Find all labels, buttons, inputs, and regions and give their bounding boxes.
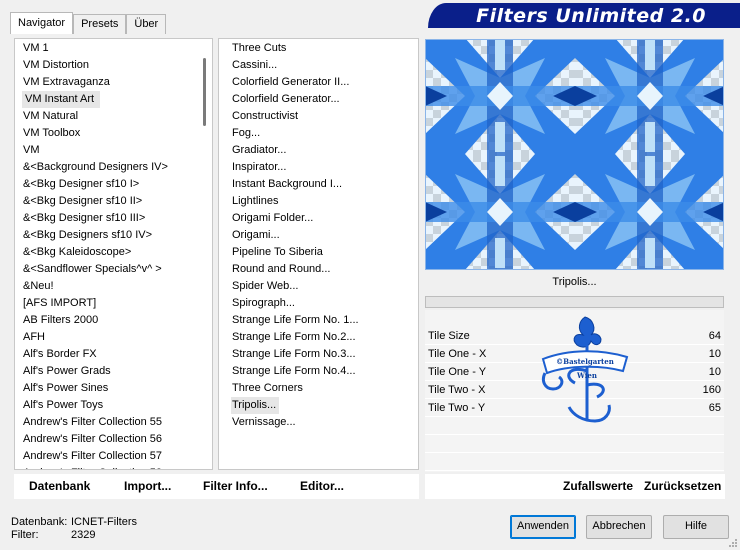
- category-item[interactable]: &<Background Designers IV>: [15, 159, 168, 176]
- category-item[interactable]: &<Bkg Kaleidoscope>: [15, 244, 168, 261]
- category-scrollbar[interactable]: [203, 43, 206, 467]
- filter-preview[interactable]: [425, 39, 724, 270]
- tab-navigator[interactable]: Navigator: [10, 12, 74, 34]
- category-scroll-thumb[interactable]: [203, 58, 206, 126]
- parameter-panel: Tile Size 64 Tile One - X 10 Tile One - …: [425, 310, 724, 472]
- filter-item[interactable]: Constructivist: [219, 108, 359, 125]
- filter-item[interactable]: Three Cuts: [219, 40, 359, 57]
- param-label: Tile Size: [428, 330, 470, 342]
- category-item[interactable]: [AFS IMPORT]: [15, 295, 168, 312]
- filter-item[interactable]: Strange Life Form No. 1...: [219, 312, 359, 329]
- category-item[interactable]: Andrew's Filter Collection 55: [15, 414, 168, 431]
- preview-pattern: [426, 40, 723, 269]
- category-item[interactable]: &<Bkg Designer sf10 I>: [15, 176, 168, 193]
- brand-title: Filters Unlimited 2.0: [428, 3, 740, 28]
- category-item[interactable]: VM Extravaganza: [15, 74, 168, 91]
- category-item[interactable]: VM Toolbox: [15, 125, 168, 142]
- param-value[interactable]: 10: [709, 366, 721, 378]
- cancel-button[interactable]: Abbrechen: [586, 515, 652, 539]
- filter-item[interactable]: Inspirator...: [219, 159, 359, 176]
- filter-item[interactable]: Strange Life Form No.2...: [219, 329, 359, 346]
- watermark-text: ©Bastelgarten: [556, 357, 614, 366]
- filter-item[interactable]: Tripolis...: [231, 397, 279, 414]
- status-filter-count: 2329: [71, 529, 96, 541]
- category-item[interactable]: Andrew's Filter Collection 57: [15, 448, 168, 465]
- category-item[interactable]: VM Distortion: [15, 57, 168, 74]
- filter-item[interactable]: Fog...: [219, 125, 359, 142]
- tab-presets[interactable]: Presets: [73, 14, 127, 34]
- category-item[interactable]: Alf's Power Grads: [15, 363, 168, 380]
- category-item[interactable]: AB Filters 2000: [15, 312, 168, 329]
- help-button[interactable]: Hilfe: [663, 515, 729, 539]
- filter-item[interactable]: Cassini...: [219, 57, 359, 74]
- filter-item[interactable]: Colorfield Generator II...: [219, 74, 359, 91]
- resize-grip-icon[interactable]: [728, 538, 738, 548]
- status-filter-label: Filter:: [11, 529, 39, 541]
- param-value[interactable]: 10: [709, 348, 721, 360]
- category-item[interactable]: &<Bkg Designers sf10 IV>: [15, 227, 168, 244]
- filter-list-panel[interactable]: Three Cuts Cassini... Colorfield Generator…: [218, 38, 419, 470]
- database-button[interactable]: Datenbank: [29, 479, 90, 493]
- filter-item[interactable]: Colorfield Generator...: [219, 91, 359, 108]
- watermark-logo: ©Bastelgarten Wien: [541, 316, 629, 423]
- param-label: Tile One - X: [428, 348, 487, 360]
- category-item[interactable]: &<Bkg Designer sf10 II>: [15, 193, 168, 210]
- filter-item[interactable]: Spirograph...: [219, 295, 359, 312]
- list-toolbar: Datenbank Import... Filter Info... Edito…: [14, 474, 419, 499]
- filter-item[interactable]: Spider Web...: [219, 278, 359, 295]
- category-item[interactable]: VM Instant Art: [22, 91, 100, 108]
- param-row-empty: [425, 435, 724, 453]
- filter-item[interactable]: Origami Folder...: [219, 210, 359, 227]
- category-item[interactable]: Andrew's Filter Collection 56: [15, 431, 168, 448]
- param-value[interactable]: 64: [709, 330, 721, 342]
- category-item[interactable]: &<Sandflower Specials^v^ >: [15, 261, 168, 278]
- filter-item[interactable]: Vernissage...: [219, 414, 359, 431]
- tab-strip: Navigator Presets Über: [10, 12, 167, 34]
- watermark-text: Wien: [576, 371, 597, 380]
- param-label: Tile One - Y: [428, 366, 487, 378]
- category-item[interactable]: Andrew's Filter Collection 58: [15, 465, 168, 469]
- category-list: VM 1 VM Distortion VM Extravaganza VM Insta…: [15, 40, 168, 469]
- category-item[interactable]: Alf's Border FX: [15, 346, 168, 363]
- category-item[interactable]: AFH: [15, 329, 168, 346]
- param-value[interactable]: 160: [703, 384, 721, 396]
- status-database: Datenbank: ICNET-Filters: [11, 516, 137, 528]
- preview-filter-name: Tripolis...: [552, 276, 597, 288]
- tab-about[interactable]: Über: [126, 14, 167, 34]
- category-list-panel[interactable]: VM 1 VM Distortion VM Extravaganza VM Insta…: [14, 38, 213, 470]
- filter-item[interactable]: Lightlines: [219, 193, 359, 210]
- category-item[interactable]: Alf's Power Sines: [15, 380, 168, 397]
- param-label: Tile Two - Y: [428, 402, 486, 414]
- progress-bar: [425, 296, 724, 308]
- category-item[interactable]: VM: [15, 142, 168, 159]
- import-button[interactable]: Import...: [124, 479, 171, 493]
- filter-item[interactable]: Gradiator...: [219, 142, 359, 159]
- category-item[interactable]: VM Natural: [15, 108, 168, 125]
- filter-item[interactable]: Three Corners: [219, 380, 359, 397]
- status-filter: Filter: 2329: [11, 529, 95, 541]
- filter-list: Three Cuts Cassini... Colorfield Generator…: [219, 40, 359, 431]
- randomize-button[interactable]: Zufallswerte: [563, 479, 633, 493]
- filter-info-button[interactable]: Filter Info...: [203, 479, 268, 493]
- category-item[interactable]: &Neu!: [15, 278, 168, 295]
- filter-item[interactable]: Origami...: [219, 227, 359, 244]
- params-toolbar: Zufallswerte Zurücksetzen: [425, 474, 725, 499]
- filter-item[interactable]: Round and Round...: [219, 261, 359, 278]
- editor-button[interactable]: Editor...: [300, 479, 344, 493]
- filter-item[interactable]: Pipeline To Siberia: [219, 244, 359, 261]
- category-item[interactable]: &<Bkg Designer sf10 III>: [15, 210, 168, 227]
- category-item[interactable]: Alf's Power Toys: [15, 397, 168, 414]
- filter-item[interactable]: Instant Background I...: [219, 176, 359, 193]
- apply-button[interactable]: Anwenden: [510, 515, 576, 539]
- status-database-value: ICNET-Filters: [71, 516, 137, 528]
- param-label: Tile Two - X: [428, 384, 486, 396]
- param-value[interactable]: 65: [709, 402, 721, 414]
- filter-item[interactable]: Strange Life Form No.4...: [219, 363, 359, 380]
- filter-item[interactable]: Strange Life Form No.3...: [219, 346, 359, 363]
- status-database-label: Datenbank:: [11, 516, 68, 528]
- param-row-empty: [425, 453, 724, 471]
- category-item[interactable]: VM 1: [15, 40, 168, 57]
- reset-button[interactable]: Zurücksetzen: [644, 479, 721, 493]
